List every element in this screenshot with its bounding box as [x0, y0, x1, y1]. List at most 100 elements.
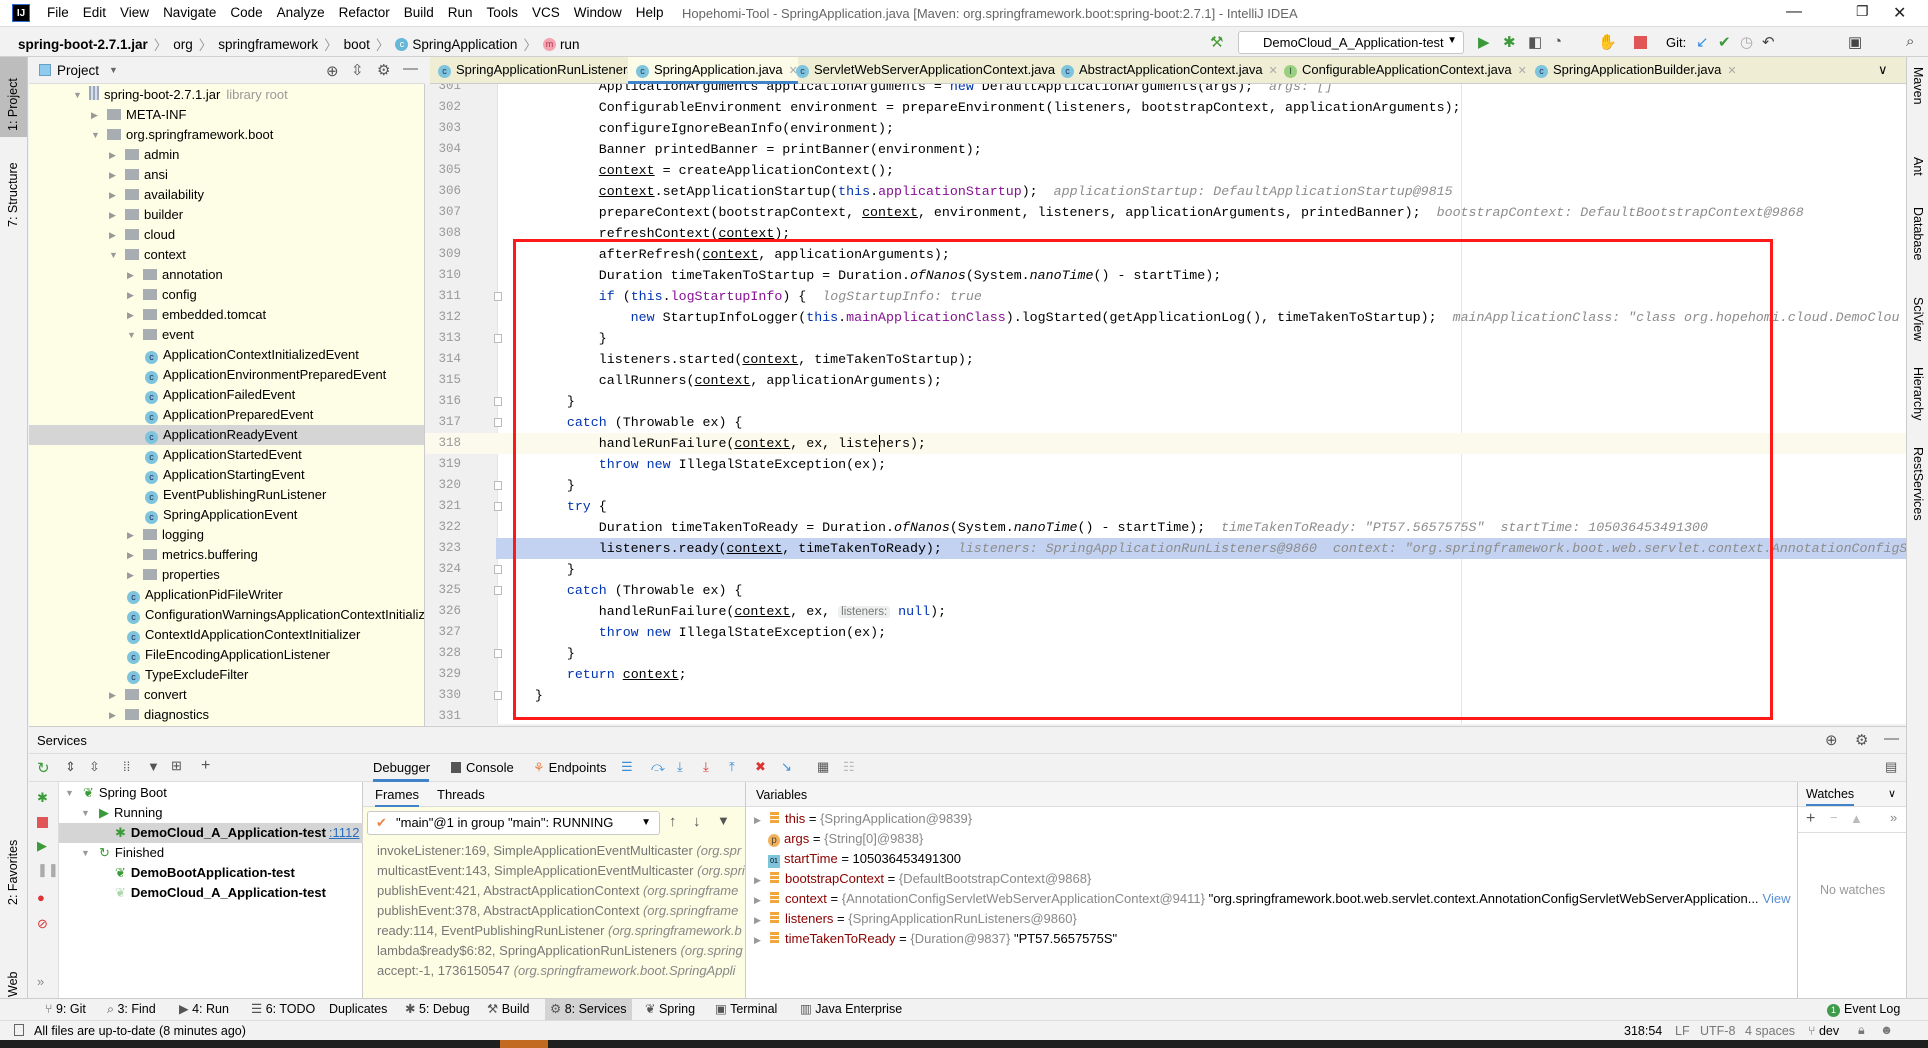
- breadcrumb-org[interactable]: org: [173, 37, 193, 52]
- line-number[interactable]: 325: [425, 580, 461, 601]
- tool-window-button[interactable]: ✱ 5: Debug: [400, 999, 475, 1020]
- editor-tab[interactable]: c ServletWebServerApplicationContext.java…: [788, 57, 1070, 84]
- trace-icon[interactable]: ☷: [843, 759, 855, 775]
- add-icon[interactable]: +: [201, 757, 210, 775]
- expand-arrow-icon[interactable]: ▶: [754, 930, 762, 950]
- collapsed-arrow-icon[interactable]: ▶: [127, 565, 137, 585]
- breadcrumb-class[interactable]: SpringApplication: [412, 37, 517, 52]
- expanded-arrow-icon[interactable]: ▼: [81, 803, 91, 823]
- hide-icon[interactable]: —: [1884, 730, 1899, 747]
- hierarchy-tool-button[interactable]: Hierarchy: [1911, 367, 1925, 421]
- tool-window-button[interactable]: ▶ 4: Run: [174, 999, 234, 1020]
- collapsed-arrow-icon[interactable]: ▶: [109, 685, 119, 705]
- chevron-down-icon[interactable]: ∨: [1888, 787, 1896, 800]
- line-number[interactable]: 307: [425, 202, 461, 223]
- restservices-tool-button[interactable]: RestServices: [1911, 447, 1925, 521]
- gear-icon[interactable]: ⚙: [1855, 731, 1868, 749]
- tree-item[interactable]: ▶ convert: [29, 685, 424, 705]
- expanded-arrow-icon[interactable]: ▼: [81, 843, 91, 863]
- service-item[interactable]: ▼ ❦ Spring Boot: [59, 783, 363, 803]
- variable-item[interactable]: ▶ bootstrapContext = {DefaultBootstrapCon…: [754, 869, 1091, 889]
- step-out-icon[interactable]: ⤒: [729, 759, 735, 775]
- project-tool-button[interactable]: 1: Project: [6, 78, 20, 131]
- line-number[interactable]: 322: [425, 517, 461, 538]
- collapsed-arrow-icon[interactable]: ▶: [127, 285, 137, 305]
- git-commit-icon[interactable]: ✔: [1718, 33, 1731, 51]
- line-number[interactable]: 309: [425, 244, 461, 265]
- project-view-select[interactable]: Project: [57, 63, 99, 78]
- gear-icon[interactable]: ⚙: [377, 61, 390, 79]
- structure-tool-button[interactable]: 7: Structure: [6, 162, 20, 227]
- hide-icon[interactable]: —: [403, 60, 418, 77]
- stack-frame[interactable]: publishEvent:421, AbstractApplicationCon…: [377, 881, 738, 901]
- tree-item[interactable]: c FileEncodingApplicationListener: [29, 645, 424, 665]
- variable-item[interactable]: ▶ listeners = {SpringApplicationRunListen…: [754, 909, 1077, 929]
- tree-item[interactable]: c ApplicationStartingEvent: [29, 465, 424, 485]
- line-number[interactable]: 313: [425, 328, 461, 349]
- search-icon[interactable]: ⌕: [1906, 33, 1914, 50]
- run-icon[interactable]: ▶: [1478, 33, 1490, 51]
- line-number[interactable]: 315: [425, 370, 461, 391]
- line-number[interactable]: 302: [425, 97, 461, 118]
- tree-item[interactable]: ▶ availability: [29, 185, 424, 205]
- menu-tools[interactable]: Tools: [480, 5, 526, 20]
- service-item[interactable]: ✱ DemoCloud_A_Application-test:1112: [59, 823, 363, 843]
- tool-window-button[interactable]: ⌕ 3: Find: [102, 999, 161, 1020]
- tree-item[interactable]: c SpringApplicationEvent: [29, 505, 424, 525]
- caret-position[interactable]: 318:54: [1624, 1024, 1662, 1038]
- debug-icon[interactable]: ✱: [1503, 33, 1516, 51]
- expanded-arrow-icon[interactable]: ▼: [109, 245, 119, 265]
- stack-frame[interactable]: ready:114, EventPublishingRunListener (o…: [377, 921, 742, 941]
- expanded-arrow-icon[interactable]: ▼: [73, 85, 83, 105]
- variable-item[interactable]: ▶ this = {SpringApplication@9839}: [754, 809, 972, 829]
- tree-item[interactable]: c ApplicationPreparedEvent: [29, 405, 424, 425]
- tab-console[interactable]: Console: [451, 754, 514, 782]
- tree-item[interactable]: ▼ event: [29, 325, 424, 345]
- line-number[interactable]: 318: [425, 433, 461, 454]
- tree-item[interactable]: c ApplicationEnvironmentPreparedEvent: [29, 365, 424, 385]
- project-structure-icon[interactable]: ▣: [1848, 33, 1862, 51]
- web-tool-button[interactable]: Web: [6, 972, 20, 997]
- fold-marker-icon[interactable]: [494, 691, 502, 700]
- stack-frame[interactable]: publishEvent:378, AbstractApplicationCon…: [377, 901, 738, 921]
- menu-refactor[interactable]: Refactor: [332, 5, 397, 20]
- service-item[interactable]: ❦ DemoBootApplication-test: [59, 863, 363, 883]
- tree-item[interactable]: ▶ properties: [29, 565, 424, 585]
- move-up-icon[interactable]: ▲: [1850, 811, 1863, 826]
- line-number[interactable]: 326: [425, 601, 461, 622]
- layout-icon[interactable]: ▤: [1885, 759, 1897, 775]
- menu-run[interactable]: Run: [441, 5, 480, 20]
- tree-item[interactable]: ▼ spring-boot-2.7.1.jar library root: [29, 85, 424, 105]
- expand-arrow-icon[interactable]: ▶: [754, 870, 762, 890]
- tree-item[interactable]: ▶ config: [29, 285, 424, 305]
- tree-item[interactable]: ▶ diagnostics: [29, 705, 424, 725]
- tab-debugger[interactable]: Debugger: [373, 754, 430, 782]
- line-number[interactable]: 314: [425, 349, 461, 370]
- stack-frame[interactable]: multicastEvent:143, SimpleApplicationEve…: [377, 861, 745, 881]
- maven-tool-button[interactable]: Maven: [1911, 67, 1925, 105]
- line-number[interactable]: 301: [425, 84, 461, 97]
- resume-icon[interactable]: ▶: [37, 838, 47, 854]
- service-port-link[interactable]: :1112: [329, 825, 360, 840]
- service-item[interactable]: ❦ DemoCloud_A_Application-test: [59, 883, 363, 903]
- line-number[interactable]: 317: [425, 412, 461, 433]
- tree-item[interactable]: c TypeExcludeFilter: [29, 665, 424, 685]
- next-frame-icon[interactable]: ↓: [693, 813, 701, 830]
- menu-help[interactable]: Help: [629, 5, 671, 20]
- close-icon[interactable]: ✕: [1893, 3, 1906, 23]
- favorites-tool-button[interactable]: 2: Favorites: [6, 840, 20, 905]
- attach-icon[interactable]: ✋: [1598, 33, 1617, 51]
- menu-code[interactable]: Code: [223, 5, 269, 20]
- tab-endpoints[interactable]: ⚘ Endpoints: [533, 754, 606, 782]
- thread-select[interactable]: ✔ "main"@1 in group "main": RUNNING ▼: [367, 811, 660, 835]
- expanded-arrow-icon[interactable]: ▼: [65, 783, 75, 803]
- tree-item[interactable]: ▼ context: [29, 245, 424, 265]
- fold-marker-icon[interactable]: [494, 292, 502, 301]
- fold-marker-icon[interactable]: [494, 565, 502, 574]
- fold-marker-icon[interactable]: [494, 397, 502, 406]
- variable-item[interactable]: 01 startTime = 105036453491300: [754, 849, 961, 869]
- tab-threads[interactable]: Threads: [437, 787, 485, 802]
- tab-watches[interactable]: Watches: [1806, 787, 1855, 806]
- menu-window[interactable]: Window: [567, 5, 629, 20]
- menu-navigate[interactable]: Navigate: [156, 5, 223, 20]
